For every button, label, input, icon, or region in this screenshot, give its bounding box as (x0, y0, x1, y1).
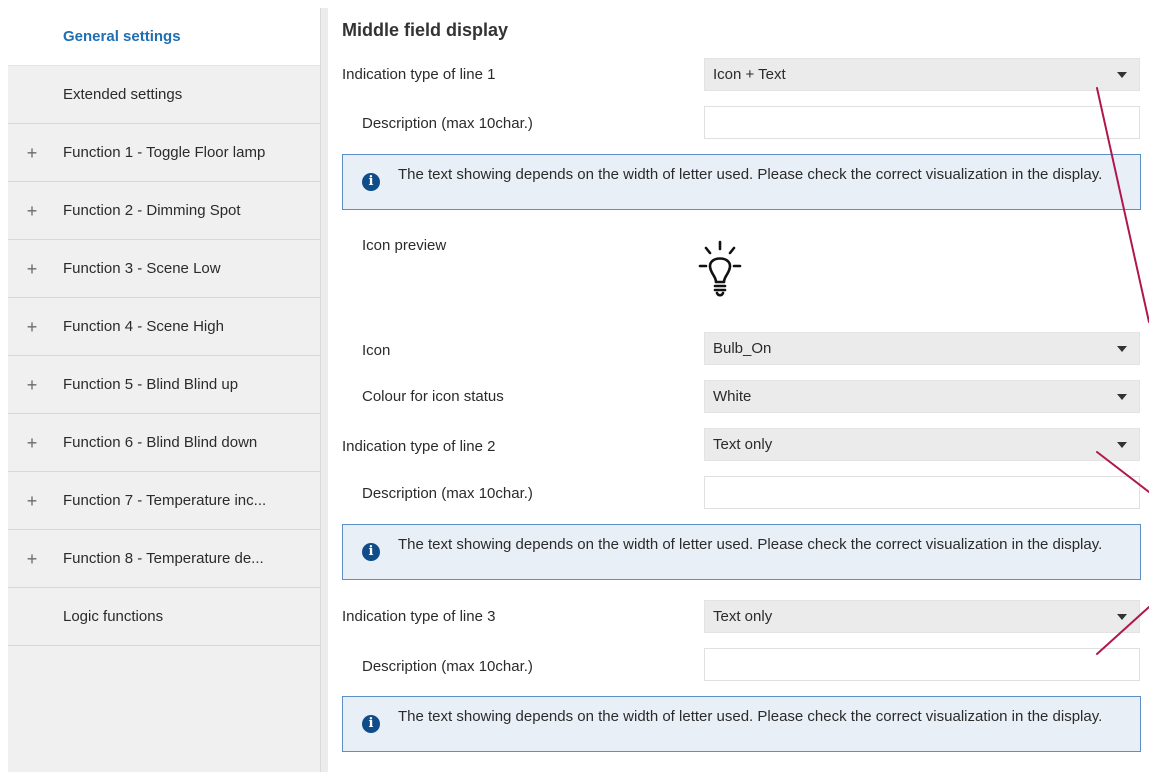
expand-plus-icon[interactable]: + (26, 376, 38, 394)
sidebar-item-extended-settings[interactable]: Extended settings (8, 66, 320, 124)
sidebar-item-label: Function 2 - Dimming Spot (63, 202, 241, 219)
sidebar-item-function-6[interactable]: + Function 6 - Blind Blind down (8, 414, 320, 472)
sidebar-item-label: Logic functions (63, 608, 164, 625)
sidebar-nav: General settings Extended settings + Fun… (8, 8, 321, 772)
chevron-down-icon (1117, 394, 1127, 400)
info-icon: i (362, 543, 380, 561)
chevron-down-icon (1117, 346, 1127, 352)
expand-plus-icon[interactable]: + (26, 434, 38, 452)
chevron-down-icon (1117, 72, 1127, 78)
select-value: Icon + Text (713, 66, 786, 83)
select-value: Text only (713, 436, 773, 453)
info-text: The text showing depends on the width of… (398, 708, 1103, 725)
info-text: The text showing depends on the width of… (398, 166, 1103, 183)
sidebar-item-label: Function 4 - Scene High (63, 318, 224, 335)
page-title: Middle field display (342, 20, 509, 40)
sidebar-item-function-8[interactable]: + Function 8 - Temperature de... (8, 530, 320, 588)
line2-indication-label: Indication type of line 2 (342, 438, 496, 455)
sidebar-item-label: Function 8 - Temperature de... (63, 550, 264, 567)
line1-description-label: Description (max 10char.) (362, 115, 533, 132)
lightbulb-on-icon (698, 240, 742, 297)
line2-description-label: Description (max 10char.) (362, 485, 533, 502)
chevron-down-icon (1117, 442, 1127, 448)
select-value: Bulb_On (713, 340, 772, 357)
sidebar-item-function-7[interactable]: + Function 7 - Temperature inc... (8, 472, 320, 530)
line3-indication-select[interactable]: Text only (704, 600, 1140, 633)
line1-indication-label: Indication type of line 1 (342, 66, 496, 83)
sidebar-item-label: General settings (63, 28, 181, 45)
info-text: The text showing depends on the width of… (398, 536, 1103, 553)
sidebar-item-label: Function 6 - Blind Blind down (63, 434, 258, 451)
line2-description-input[interactable] (704, 476, 1140, 509)
sidebar-item-label: Function 3 - Scene Low (63, 260, 221, 277)
icon-colour-select[interactable]: White (704, 380, 1140, 413)
main-panel: Middle field display Indication type of … (328, 8, 1149, 772)
sidebar-item-general-settings[interactable]: General settings (8, 8, 320, 66)
icon-preview-label: Icon preview (362, 237, 447, 254)
splitter-gutter[interactable] (321, 8, 328, 772)
sidebar-item-function-2[interactable]: + Function 2 - Dimming Spot (8, 182, 320, 240)
chevron-down-icon (1117, 614, 1127, 620)
expand-plus-icon[interactable]: + (26, 492, 38, 510)
expand-plus-icon[interactable]: + (26, 550, 38, 568)
select-value: White (713, 388, 752, 405)
line3-indication-label: Indication type of line 3 (342, 608, 496, 625)
line2-indication-select[interactable]: Text only (704, 428, 1140, 461)
sidebar-item-label: Function 1 - Toggle Floor lamp (63, 144, 266, 161)
line3-description-input[interactable] (704, 648, 1140, 681)
icon-colour-label: Colour for icon status (362, 388, 504, 405)
info-box-line2: i The text showing depends on the width … (342, 524, 1141, 580)
line1-description-input[interactable] (704, 106, 1140, 139)
sidebar-item-function-1[interactable]: + Function 1 - Toggle Floor lamp (8, 124, 320, 182)
expand-plus-icon[interactable]: + (26, 318, 38, 336)
sidebar-item-function-4[interactable]: + Function 4 - Scene High (8, 298, 320, 356)
sidebar-item-function-3[interactable]: + Function 3 - Scene Low (8, 240, 320, 298)
expand-plus-icon[interactable]: + (26, 144, 38, 162)
sidebar-item-function-5[interactable]: + Function 5 - Blind Blind up (8, 356, 320, 414)
info-box-line1: i The text showing depends on the width … (342, 154, 1141, 210)
expand-plus-icon[interactable]: + (26, 260, 38, 278)
select-value: Text only (713, 608, 773, 625)
icon-select[interactable]: Bulb_On (704, 332, 1140, 365)
icon-label: Icon (362, 342, 391, 359)
info-icon: i (362, 715, 380, 733)
sidebar-item-label: Function 7 - Temperature inc... (63, 492, 267, 509)
line1-indication-select[interactable]: Icon + Text (704, 58, 1140, 91)
sidebar-item-label: Function 5 - Blind Blind up (63, 376, 239, 393)
sidebar-item-label: Extended settings (63, 86, 183, 103)
info-box-line3: i The text showing depends on the width … (342, 696, 1141, 752)
expand-plus-icon[interactable]: + (26, 202, 38, 220)
line3-description-label: Description (max 10char.) (362, 658, 533, 675)
sidebar-item-logic-functions[interactable]: Logic functions (8, 588, 320, 646)
info-icon: i (362, 173, 380, 191)
